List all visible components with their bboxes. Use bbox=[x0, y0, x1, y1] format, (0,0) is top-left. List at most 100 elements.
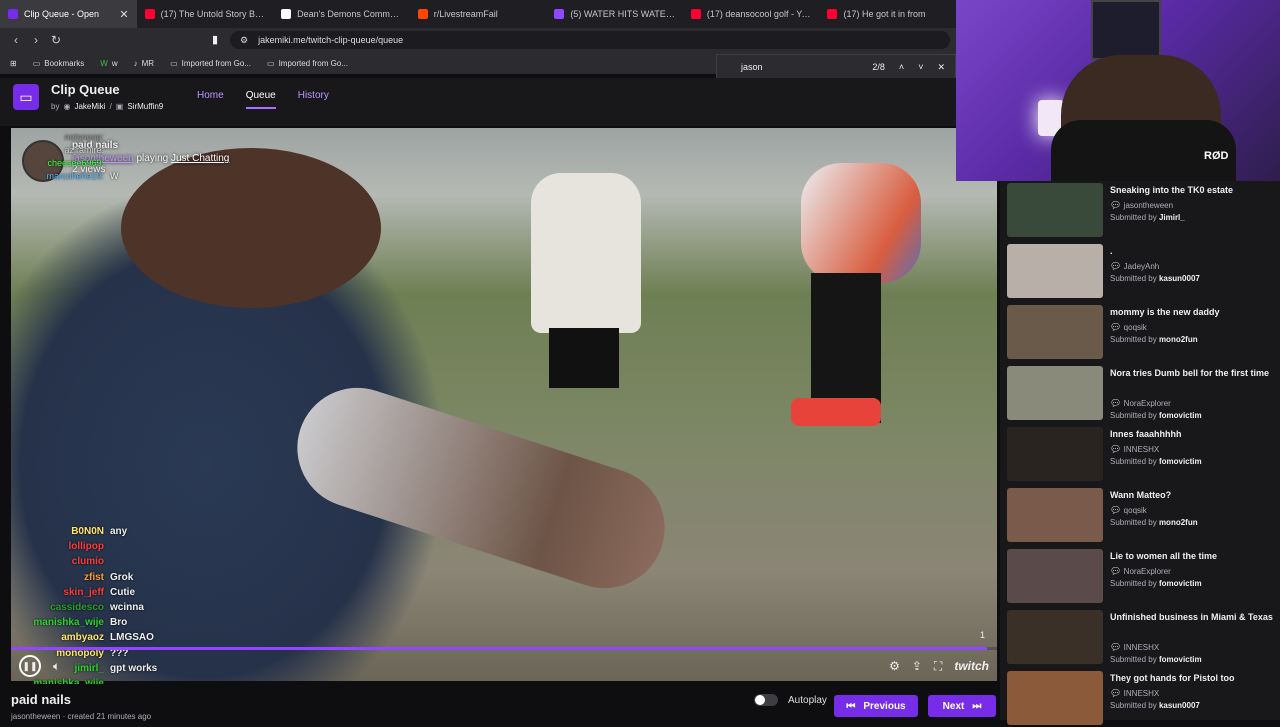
nav-home[interactable]: Home bbox=[197, 90, 224, 109]
progress-fill bbox=[11, 647, 988, 650]
chat-username[interactable]: notsnoop: bbox=[14, 131, 104, 144]
volume-icon[interactable]: 🔈︎ bbox=[53, 659, 60, 674]
queue-item[interactable]: . 💬︎ JadeyAnh Submitted by kasun0007 bbox=[1007, 244, 1277, 300]
queue-thumbnail[interactable] bbox=[1007, 549, 1103, 603]
url-field[interactable]: ⚙ jakemiki.me/twitch-clip-queue/queue bbox=[230, 31, 950, 49]
bookmark-item[interactable]: ▭ Bookmarks bbox=[33, 59, 85, 68]
chat-text: Bro bbox=[110, 617, 128, 629]
queue-thumbnail[interactable] bbox=[1007, 366, 1103, 420]
webcam-logo-text: RØD bbox=[1204, 150, 1229, 162]
bookmark-item[interactable]: W w bbox=[100, 59, 117, 68]
queue-item-submitter: Submitted by fomovictim bbox=[1110, 411, 1202, 420]
chat-username[interactable]: ambyaoz bbox=[14, 630, 104, 645]
queue-item[interactable]: Sneaking into the TK0 estate 💬︎ jasonthe… bbox=[1007, 183, 1277, 239]
queue-thumbnail[interactable] bbox=[1007, 305, 1103, 359]
nav-history[interactable]: History bbox=[298, 90, 329, 109]
chat-username[interactable]: lollipop bbox=[14, 539, 104, 554]
tab-favicon-icon bbox=[8, 9, 18, 19]
queue-thumbnail[interactable] bbox=[1007, 488, 1103, 542]
settings-icon[interactable]: ⚙ bbox=[889, 659, 900, 673]
bookmark-folder[interactable]: ▭ Imported from Go... bbox=[170, 59, 251, 68]
queue-thumbnail[interactable] bbox=[1007, 183, 1103, 237]
nav-queue[interactable]: Queue bbox=[245, 90, 276, 109]
previous-button[interactable]: ⏮︎ Previous bbox=[834, 695, 918, 717]
tab-favicon-icon bbox=[144, 9, 155, 19]
queue-item-submitter: Submitted by mono2fun bbox=[1110, 335, 1198, 344]
channel-link[interactable]: SirMuffin9 bbox=[127, 102, 163, 111]
chat-bubble-icon: 💬︎ bbox=[1110, 200, 1122, 210]
game-link[interactable]: Just Chatting bbox=[171, 153, 229, 164]
chat-bubble-icon: 💬︎ bbox=[1110, 261, 1122, 271]
queue-thumbnail[interactable] bbox=[1007, 671, 1103, 725]
browser-tab[interactable]: (5) WATER HITS WATER...TWICE bbox=[546, 0, 683, 28]
reload-icon[interactable]: ↻ bbox=[46, 33, 66, 47]
author-link[interactable]: JakeMiki bbox=[74, 102, 105, 111]
find-count: 2/8 bbox=[872, 62, 885, 72]
bookmark-folder[interactable]: ▭ Imported from Go... bbox=[267, 59, 348, 68]
browser-tab[interactable]: (17) deansocool golf - YouTube bbox=[683, 0, 820, 28]
find-close-icon[interactable]: ✕ bbox=[937, 62, 945, 73]
tab-title: Dean's Demons Community / X bbox=[297, 9, 402, 19]
tab-favicon-icon bbox=[554, 9, 565, 19]
find-input[interactable]: jason bbox=[741, 62, 858, 72]
chat-message: lollipop bbox=[14, 539, 212, 554]
chat-username[interactable]: marcohehe19: bbox=[14, 170, 104, 183]
pause-button[interactable]: ❚❚ bbox=[19, 655, 41, 677]
find-next-icon[interactable]: ˅ bbox=[918, 62, 923, 72]
queue-thumbnail[interactable] bbox=[1007, 610, 1103, 664]
queue-thumbnail[interactable] bbox=[1007, 427, 1103, 481]
chat-bubble-icon: 💬︎ bbox=[1110, 505, 1122, 515]
bookmark-icon[interactable]: ▮ bbox=[212, 33, 218, 46]
queue-item[interactable]: mommy is the new daddy 💬︎ qoqsik Submitt… bbox=[1007, 305, 1277, 361]
find-bar[interactable]: jason 2/8 ˄ ˅ ✕ bbox=[716, 54, 956, 80]
browser-tab[interactable]: (17) He got it in from bbox=[819, 0, 956, 28]
browser-tab[interactable]: r/LivestreamFail bbox=[410, 0, 547, 28]
browser-tab[interactable]: Clip Queue - Open ✕ bbox=[0, 0, 137, 28]
back-icon[interactable]: ‹ bbox=[6, 33, 26, 47]
chat-bubble-icon: 💬︎ bbox=[1110, 444, 1122, 454]
queue-item-title: Nora tries Dumb bell for the first time bbox=[1110, 368, 1270, 378]
chat-message: ambyaoz LMGSAO bbox=[14, 630, 212, 645]
main-nav: Home Queue History bbox=[197, 90, 329, 109]
find-prev-icon[interactable]: ˄ bbox=[899, 62, 904, 72]
chat-username[interactable]: azjramire: bbox=[14, 144, 104, 157]
queue-item-channel: 💬︎ INNESHX bbox=[1110, 688, 1160, 698]
chat-message: marcohehe19: W bbox=[14, 170, 119, 183]
fullscreen-icon[interactable]: ⛶ bbox=[934, 659, 942, 674]
close-tab-icon[interactable]: ✕ bbox=[119, 8, 128, 21]
chat-username[interactable]: cheesee6969: bbox=[14, 157, 104, 170]
browser-tab[interactable]: (17) The Untold Story Behind F bbox=[137, 0, 274, 28]
queue-thumbnail[interactable] bbox=[1007, 244, 1103, 298]
queue-item-title: Sneaking into the TK0 estate bbox=[1110, 185, 1234, 195]
apps-icon[interactable]: ⊞ bbox=[10, 59, 17, 68]
autoplay-toggle[interactable]: Autoplay bbox=[754, 694, 827, 706]
next-button[interactable]: Next ⏭︎ bbox=[928, 695, 996, 717]
chat-text: W bbox=[110, 171, 119, 181]
forward-icon[interactable]: › bbox=[26, 33, 46, 47]
chat-username[interactable]: manishka_wije bbox=[14, 615, 104, 630]
queue-item[interactable]: Nora tries Dumb bell for the first time … bbox=[1007, 366, 1277, 422]
site-info-icon[interactable]: ⚙ bbox=[240, 35, 248, 46]
browser-tab[interactable]: Dean's Demons Community / X bbox=[273, 0, 410, 28]
queue-item[interactable]: They got hands for Pistol too 💬︎ INNESHX… bbox=[1007, 671, 1277, 727]
chat-username[interactable]: B0N0N bbox=[14, 524, 104, 539]
queue-item[interactable]: Lie to women all the time 💬︎ NoraExplore… bbox=[1007, 549, 1277, 605]
skip-forward-icon: ⏭︎ bbox=[972, 700, 982, 712]
video-frame-person bbox=[531, 173, 641, 433]
chat-username[interactable]: clumio bbox=[14, 554, 104, 569]
progress-bar[interactable] bbox=[11, 647, 997, 650]
chat-username[interactable]: zfist bbox=[14, 570, 104, 585]
tab-title: (5) WATER HITS WATER...TWICE bbox=[570, 9, 675, 19]
chat-username[interactable]: skin_jeff bbox=[14, 585, 104, 600]
queue-item[interactable]: Unfinished business in Miami & Texas 💬︎ … bbox=[1007, 610, 1277, 666]
app-logo-icon[interactable]: ▭ bbox=[13, 84, 39, 110]
toggle-switch[interactable] bbox=[754, 694, 778, 706]
bookmark-item[interactable]: ♪ MR bbox=[134, 59, 154, 68]
twitch-logo[interactable]: twitch bbox=[954, 659, 989, 673]
queue-item[interactable]: Wann Matteo? 💬︎ qoqsik Submitted by mono… bbox=[1007, 488, 1277, 544]
share-icon[interactable]: ⇪ bbox=[912, 659, 922, 673]
tab-favicon-icon bbox=[827, 9, 838, 19]
browser-tab-bar: Clip Queue - Open ✕ (17) The Untold Story … bbox=[0, 0, 956, 28]
queue-item[interactable]: Innes faaahhhhh 💬︎ INNESHX Submitted by … bbox=[1007, 427, 1277, 483]
chat-username[interactable]: cassidesco bbox=[14, 600, 104, 615]
